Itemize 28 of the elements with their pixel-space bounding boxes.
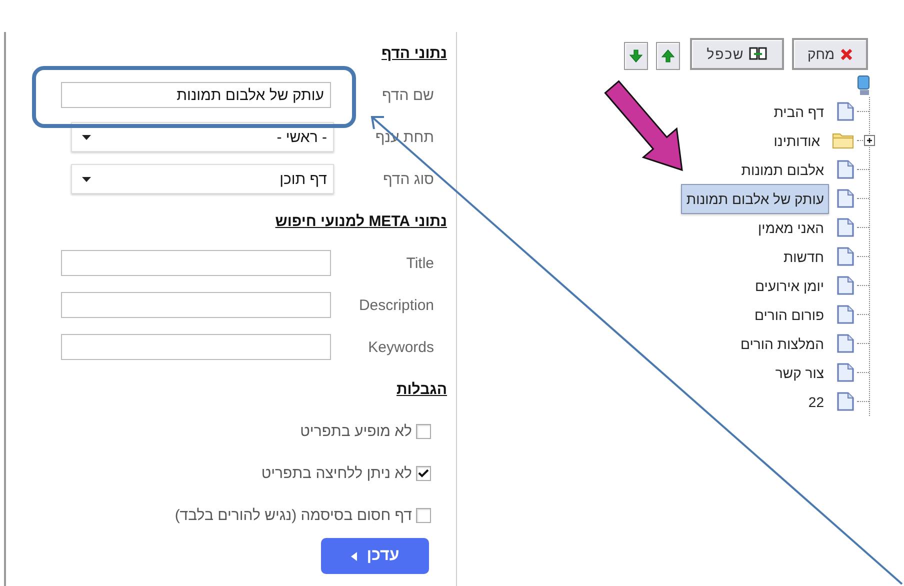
- section-heading: נתוני הדף: [382, 44, 447, 62]
- checkbox-label: דף חסום בסיסמה (נגיש להורים בלבד): [174, 506, 412, 524]
- tree-item[interactable]: דף הבית: [768, 100, 829, 122]
- tree-item[interactable]: חדשות: [778, 246, 829, 268]
- tree-item[interactable]: יומן אירועים: [750, 274, 829, 296]
- section-heading: נתוני META למנועי חיפוש: [275, 212, 447, 230]
- field-label: שם הדף: [380, 86, 435, 104]
- checkbox-label: לא ניתן ללחיצה בתפריט: [261, 464, 412, 482]
- field-label: Description: [358, 296, 435, 314]
- field-label: Keywords: [367, 338, 435, 356]
- tree-item[interactable]: אודותינו: [768, 130, 825, 152]
- dropdown[interactable]: - ראשי -: [71, 122, 334, 152]
- tree-item[interactable]: צור קשר: [770, 362, 829, 384]
- section-heading: הגבלות: [396, 380, 447, 398]
- tree-item[interactable]: אלבום תמונות: [736, 158, 829, 180]
- field-label: סוג הדף: [382, 170, 435, 188]
- delete-button[interactable]: מחק: [792, 38, 868, 70]
- tree-item[interactable]: עותק של אלבום תמונות: [681, 184, 829, 214]
- checkbox-label: לא מופיע בתפריט: [300, 422, 412, 440]
- tree-item[interactable]: 22: [803, 390, 829, 412]
- dropdown[interactable]: דף תוכן: [71, 164, 334, 194]
- tree-item[interactable]: האני מאמין: [753, 216, 829, 238]
- duplicate-button[interactable]: שכפל: [690, 38, 784, 70]
- field-label: Title: [405, 254, 435, 272]
- tree-item[interactable]: פורום הורים: [749, 304, 829, 326]
- tree-item[interactable]: המלצות הורים: [736, 332, 829, 354]
- update-button[interactable]: עדכן: [321, 538, 429, 574]
- text-field[interactable]: עותק של אלבום תמונות: [61, 82, 331, 108]
